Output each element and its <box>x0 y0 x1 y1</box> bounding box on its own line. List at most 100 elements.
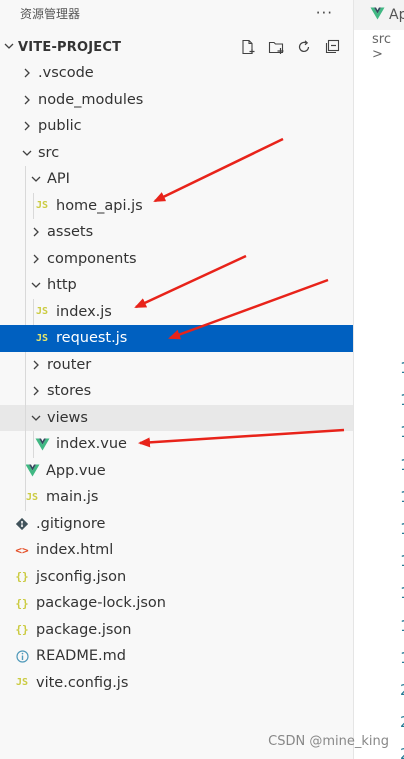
explorer-header: 资源管理器 ··· <box>0 0 353 26</box>
vue-file-icon <box>370 7 385 24</box>
tree-item-label: .gitignore <box>36 515 106 532</box>
chevron-down-icon[interactable] <box>4 41 18 54</box>
tree-file-jsconfig-json[interactable]: {} jsconfig.json <box>0 564 353 591</box>
vue-file-icon <box>34 438 50 451</box>
tree-file-gitignore[interactable]: .gitignore <box>0 511 353 538</box>
tree-item-label: .vscode <box>38 65 94 82</box>
line-number: 1 <box>400 545 404 577</box>
new-folder-icon[interactable] <box>265 36 287 58</box>
indent-guide <box>25 219 26 246</box>
line-number-gutter: 1111111111222 <box>400 352 404 759</box>
tree-file-package-lock-json[interactable]: {} package-lock.json <box>0 590 353 617</box>
new-file-icon[interactable] <box>237 36 259 58</box>
tree-item-label: views <box>47 409 88 426</box>
tree-item-label: stores <box>47 383 92 400</box>
tree-folder-assets[interactable]: assets <box>0 219 353 246</box>
refresh-icon[interactable] <box>293 36 315 58</box>
explorer-panel: 资源管理器 ··· VITE-PROJECT .vscode node_modu… <box>0 0 353 759</box>
tree-folder-api[interactable]: API <box>0 166 353 193</box>
tree-item-label: package-lock.json <box>36 595 166 612</box>
tree-item-label: http <box>47 277 77 294</box>
indent-guide <box>25 245 26 272</box>
tree-item-label: API <box>47 171 70 188</box>
chevron-down-icon <box>29 172 43 186</box>
json-file-icon: {} <box>15 623 29 637</box>
tree-folder-router[interactable]: router <box>0 351 353 378</box>
tree-folder-src[interactable]: src <box>0 140 353 167</box>
tree-file-main-js[interactable]: JS main.js <box>0 484 353 511</box>
project-title: VITE-PROJECT <box>18 39 122 55</box>
info-icon <box>14 650 30 663</box>
chevron-right-icon <box>29 252 43 266</box>
collapse-all-icon[interactable] <box>321 36 343 58</box>
tree-file-vite-config-js[interactable]: JS vite.config.js <box>0 670 353 697</box>
tree-folder-public[interactable]: public <box>0 113 353 140</box>
tree-item-label: README.md <box>36 648 126 665</box>
line-number: 2 <box>400 738 404 759</box>
chevron-right-icon <box>20 119 34 133</box>
tree-item-label: index.html <box>36 542 114 559</box>
project-header[interactable]: VITE-PROJECT <box>0 36 353 58</box>
indent-guide <box>25 484 26 511</box>
line-number: 1 <box>400 642 404 674</box>
indent-guide <box>25 378 26 405</box>
js-file-icon: JS <box>35 306 49 318</box>
editor-area: Ap src > 1111111111222 <box>353 0 404 759</box>
tree-file-package-json[interactable]: {} package.json <box>0 617 353 644</box>
tree-folder-stores[interactable]: stores <box>0 378 353 405</box>
vue-file-icon <box>24 464 40 477</box>
tree-item-label: router <box>47 356 92 373</box>
tree-folder-http[interactable]: http <box>0 272 353 299</box>
editor-tab[interactable]: Ap <box>354 0 404 30</box>
chevron-down-icon <box>29 278 43 292</box>
tree-folder-components[interactable]: components <box>0 245 353 272</box>
tree-item-label: main.js <box>46 489 99 506</box>
indent-guide <box>25 272 26 299</box>
project-actions <box>237 36 343 58</box>
tree-item-label: index.js <box>56 303 112 320</box>
indent-guide <box>25 457 26 484</box>
line-number: 1 <box>400 577 404 609</box>
tree-item-label: public <box>38 118 82 135</box>
tree-item-label: home_api.js <box>56 197 143 214</box>
chevron-down-icon <box>29 411 43 425</box>
tree-file-readme-md[interactable]: README.md <box>0 643 353 670</box>
json-file-icon: {} <box>15 596 29 610</box>
tree-item-label: index.vue <box>56 436 127 453</box>
tree-file-request-js[interactable]: JS request.js <box>0 325 353 352</box>
indent-guide <box>25 298 26 325</box>
tree-file-index-html[interactable]: <> index.html <box>0 537 353 564</box>
json-file-icon: {} <box>15 570 29 584</box>
js-file-icon: JS <box>15 677 29 689</box>
tree-item-label: assets <box>47 224 94 241</box>
tree-file-app-vue[interactable]: App.vue <box>0 457 353 484</box>
breadcrumb[interactable]: src > <box>354 30 404 64</box>
line-number: 2 <box>400 674 404 706</box>
tree-item-label: src <box>38 144 60 161</box>
js-file-icon: JS <box>25 491 39 503</box>
line-number: 2 <box>400 706 404 738</box>
indent-guide <box>25 192 26 219</box>
tree-file-home-api-js[interactable]: JS home_api.js <box>0 192 353 219</box>
tree-folder-vscode[interactable]: .vscode <box>0 60 353 87</box>
tree-folder-node-modules[interactable]: node_modules <box>0 87 353 114</box>
js-file-icon: JS <box>35 200 49 212</box>
tree-item-label: package.json <box>36 621 132 638</box>
chevron-right-icon <box>20 93 34 107</box>
line-number: 1 <box>400 384 404 416</box>
tree-item-label: node_modules <box>38 91 144 108</box>
line-number: 1 <box>400 416 404 448</box>
tree-file-index-js[interactable]: JS index.js <box>0 298 353 325</box>
tree-folder-views[interactable]: views <box>0 404 353 431</box>
line-number: 1 <box>400 513 404 545</box>
tab-label: Ap <box>389 7 404 23</box>
chevron-right-icon <box>29 225 43 239</box>
tree-item-label: vite.config.js <box>36 674 129 691</box>
line-number: 1 <box>400 352 404 384</box>
tree-file-index-vue[interactable]: index.vue <box>0 431 353 458</box>
file-tree: .vscode node_modules public src API JS h <box>0 60 353 696</box>
js-file-icon: JS <box>35 332 49 344</box>
html-file-icon: <> <box>15 543 29 557</box>
line-number: 1 <box>400 610 404 642</box>
more-actions-icon[interactable]: ··· <box>316 4 333 22</box>
